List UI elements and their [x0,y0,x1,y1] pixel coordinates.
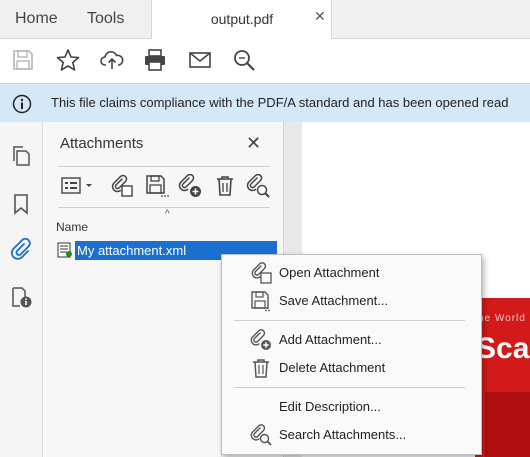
menu-item-edit-description[interactable]: Edit Description... [279,399,381,414]
mail-icon[interactable] [188,48,212,72]
tab-document-title: output.pdf [210,11,274,27]
trash-icon [250,357,272,379]
save-attachment-icon [250,290,272,312]
save-icon[interactable] [11,48,35,72]
xml-file-icon [57,242,73,258]
star-icon[interactable] [56,48,80,72]
tab-document[interactable]: output.pdf ✕ [151,0,332,39]
sort-ascending-icon[interactable]: ^ [165,209,170,220]
banner-text: This file claims compliance with the PDF… [51,95,509,110]
panel-close-icon[interactable]: ✕ [246,133,261,154]
cover-small-text: he World [478,313,526,324]
paperclip-icon[interactable] [10,238,32,260]
menu-item-search-attachments[interactable]: Search Attachments... [279,427,406,442]
search-attachment-icon [250,424,272,446]
add-attachment-icon[interactable] [178,174,202,198]
menu-item-save-attachment[interactable]: Save Attachment... [279,293,388,308]
options-icon[interactable] [60,174,96,198]
menu-item-add-attachment[interactable]: Add Attachment... [279,332,382,347]
menu-separator [234,320,465,321]
cover-graphic [485,392,530,457]
open-attachment-icon [250,262,272,284]
document-info-icon[interactable] [10,286,32,308]
open-attachment-icon[interactable] [110,174,134,198]
menu-item-open-attachment[interactable]: Open Attachment [279,265,379,280]
attachment-name[interactable]: My attachment.xml [77,241,186,260]
cover-big-text: Scan [476,332,530,365]
tab-tools[interactable]: Tools [87,0,124,38]
search-attachment-icon[interactable] [246,174,270,198]
menu-item-delete-attachment[interactable]: Delete Attachment [279,360,385,375]
pages-icon[interactable] [10,145,32,167]
save-attachment-icon[interactable] [145,174,169,198]
delete-icon[interactable] [213,174,237,198]
panel-title: Attachments [60,135,144,152]
search-icon[interactable] [232,48,256,72]
info-icon [12,94,32,114]
bookmark-icon[interactable] [10,193,32,215]
close-icon[interactable]: ✕ [314,8,326,25]
add-attachment-icon [250,329,272,351]
tab-home[interactable]: Home [15,0,58,38]
cloud-upload-icon[interactable] [100,48,124,72]
print-icon[interactable] [143,48,167,72]
column-header-name[interactable]: Name [56,220,88,234]
menu-separator [234,387,465,388]
